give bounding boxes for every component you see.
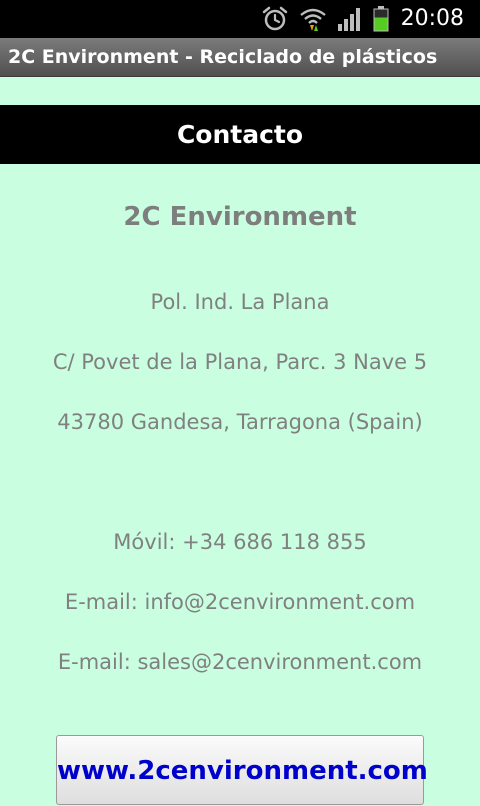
battery-icon (373, 5, 389, 33)
mobile-phone[interactable]: Móvil: +34 686 118 855 (0, 527, 480, 557)
app-title: 2C Environment - Reciclado de plásticos (8, 46, 438, 68)
wifi-icon (299, 5, 327, 33)
status-bar: 20:08 (0, 0, 480, 38)
website-button-label: www.2cenvironment.com (57, 756, 428, 786)
address-line-1: Pol. Ind. La Plana (150, 290, 330, 314)
website-button[interactable]: www.2cenvironment.com (56, 735, 428, 805)
email-info[interactable]: E-mail: info@2cenvironment.com (0, 587, 480, 617)
address-line-3: 43780 Gandesa, Tarragona (Spain) (57, 410, 423, 434)
app-title-bar: 2C Environment - Reciclado de plásticos (0, 38, 480, 77)
section-header: Contacto (0, 105, 480, 164)
company-name: 2C Environment (123, 202, 357, 232)
email-sales[interactable]: E-mail: sales@2cenvironment.com (0, 647, 480, 677)
status-icons: 20:08 (261, 0, 464, 38)
section-title: Contacto (176, 120, 304, 149)
alarm-clock-icon (261, 5, 289, 33)
signal-bars-icon (337, 5, 363, 33)
status-time: 20:08 (400, 6, 464, 31)
address-line-2: C/ Povet de la Plana, Parc. 3 Nave 5 (52, 350, 428, 374)
